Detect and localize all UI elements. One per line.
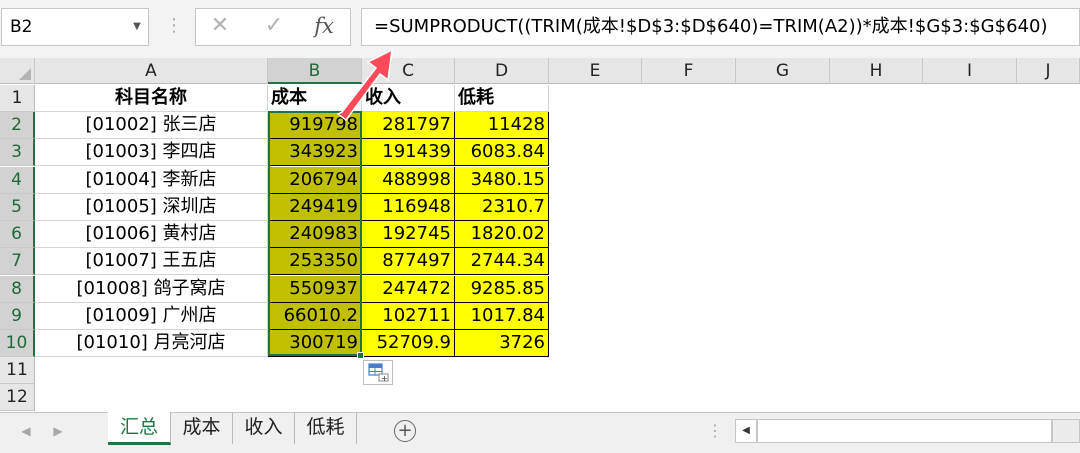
column-header[interactable]: D (455, 58, 549, 84)
row-header[interactable]: 6 (0, 221, 35, 248)
data-cell[interactable]: [01004] 李新店 (35, 167, 268, 194)
row-header[interactable]: 10 (0, 330, 35, 357)
tab-consumables[interactable]: 低耗 (295, 412, 357, 444)
splitter-dots-icon[interactable]: ⋮ (707, 418, 723, 444)
select-all-triangle-icon (19, 68, 31, 80)
data-cell[interactable]: 240983 (268, 221, 362, 248)
data-cell[interactable]: 191439 (362, 139, 455, 166)
scrollbar-track[interactable] (1052, 419, 1080, 443)
data-cell[interactable]: 3726 (455, 330, 549, 357)
row-header[interactable]: 1 (0, 85, 35, 112)
tab-scroll-left-icon[interactable]: ◀ (16, 418, 36, 444)
column-header[interactable]: H (830, 58, 923, 84)
data-cell[interactable]: 300719 (268, 330, 362, 357)
data-cell[interactable]: 1820.02 (455, 221, 549, 248)
tab-summary[interactable]: 汇总 (108, 412, 171, 445)
name-box[interactable]: B2 (1, 8, 149, 46)
row-header[interactable]: 12 (0, 384, 35, 411)
scroll-left-icon[interactable]: ◀ (735, 419, 757, 443)
tab-cost[interactable]: 成本 (171, 412, 233, 444)
data-cell[interactable]: [01009] 广州店 (35, 303, 268, 330)
row-header[interactable]: 7 (0, 248, 35, 275)
paste-options-button[interactable]: + (363, 360, 393, 385)
data-cell[interactable]: 66010.2 (268, 303, 362, 330)
data-cell[interactable]: 1017.84 (455, 303, 549, 330)
data-cell[interactable]: 11428 (455, 112, 549, 139)
tab-income[interactable]: 收入 (233, 412, 295, 444)
column-header[interactable]: G (736, 58, 830, 84)
tab-scroll-right-icon[interactable]: ▶ (48, 418, 68, 444)
data-cell[interactable]: 343923 (268, 139, 362, 166)
column-header[interactable]: A (35, 58, 268, 84)
row-header[interactable]: 9 (0, 303, 35, 330)
data-cell[interactable]: [01007] 王五店 (35, 248, 268, 275)
chevron-down-icon[interactable]: ▼ (129, 8, 145, 46)
drag-dots-icon[interactable]: ⋮ (165, 8, 183, 46)
header-cell[interactable]: 低耗 (455, 85, 549, 112)
data-cell[interactable]: 3480.15 (455, 167, 549, 194)
data-cell[interactable]: 192745 (362, 221, 455, 248)
data-cell[interactable]: 249419 (268, 194, 362, 221)
data-cell[interactable]: 206794 (268, 167, 362, 194)
data-cell[interactable]: [01003] 李四店 (35, 139, 268, 166)
svg-text:+: + (381, 374, 388, 383)
data-cell[interactable]: 488998 (362, 167, 455, 194)
row-header[interactable]: 8 (0, 276, 35, 303)
paste-options-icon: + (368, 363, 389, 383)
row-header[interactable]: 11 (0, 357, 35, 384)
data-cell[interactable]: 550937 (268, 276, 362, 303)
column-header[interactable]: J (1017, 58, 1080, 84)
add-sheet-icon[interactable]: + (394, 420, 416, 442)
data-cell[interactable]: [01005] 深圳店 (35, 194, 268, 221)
fill-handle[interactable] (357, 352, 364, 359)
data-cell[interactable]: 6083.84 (455, 139, 549, 166)
formula-input[interactable]: =SUMPRODUCT((TRIM(成本!$D$3:$D$640)=TRIM(A… (361, 8, 1080, 46)
row-header[interactable]: 3 (0, 139, 35, 166)
data-cell[interactable]: 253350 (268, 248, 362, 275)
data-cell[interactable]: 2744.34 (455, 248, 549, 275)
data-cell[interactable]: 2310.7 (455, 194, 549, 221)
data-cell[interactable]: [01008] 鸽子窝店 (35, 276, 268, 303)
data-cell[interactable]: 52709.9 (362, 330, 455, 357)
data-cell[interactable]: 877497 (362, 248, 455, 275)
cross-icon[interactable]: ✕ (200, 8, 240, 46)
data-cell[interactable]: 247472 (362, 276, 455, 303)
column-header[interactable]: I (923, 58, 1017, 84)
column-header[interactable]: F (642, 58, 736, 84)
horizontal-scrollbar[interactable] (757, 419, 1052, 443)
row-header[interactable]: 4 (0, 167, 35, 194)
row-header[interactable]: 2 (0, 112, 35, 139)
check-icon[interactable]: ✓ (254, 8, 294, 46)
header-cell[interactable]: 科目名称 (35, 85, 268, 112)
row-header[interactable]: 5 (0, 194, 35, 221)
data-cell[interactable]: [01006] 黄村店 (35, 221, 268, 248)
data-cell[interactable]: [01010] 月亮河店 (35, 330, 268, 357)
column-header[interactable]: E (549, 58, 642, 84)
data-cell[interactable]: 116948 (362, 194, 455, 221)
data-cell[interactable]: [01002] 张三店 (35, 112, 268, 139)
data-cell[interactable]: 102711 (362, 303, 455, 330)
red-arrow-annotation (336, 48, 393, 122)
data-cell[interactable]: 9285.85 (455, 276, 549, 303)
